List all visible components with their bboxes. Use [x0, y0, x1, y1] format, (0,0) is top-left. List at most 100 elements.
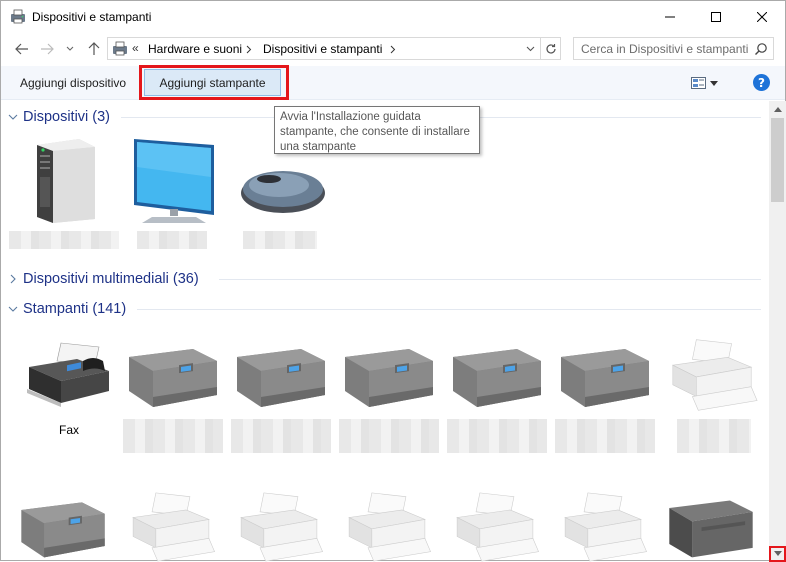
printer-tile[interactable]: [15, 491, 115, 562]
printer-icon: [456, 492, 539, 562]
back-button[interactable]: [12, 39, 32, 59]
printer-tile[interactable]: [123, 491, 223, 562]
device-label-redacted: [137, 231, 207, 249]
printer-tile[interactable]: [339, 491, 439, 562]
group-divider: [137, 309, 761, 310]
printer-tile[interactable]: [123, 337, 223, 453]
maximize-icon: [711, 11, 721, 22]
window-title: Dispositivi e stampanti: [32, 10, 152, 24]
minimize-icon: [665, 16, 675, 17]
chevron-down-icon: [526, 46, 534, 52]
vertical-scrollbar[interactable]: [769, 101, 786, 562]
group-title: Dispositivi (3): [23, 109, 111, 125]
scroll-up-button[interactable]: [769, 101, 786, 118]
printer-tile[interactable]: [339, 337, 439, 453]
device-label-redacted: [243, 231, 317, 249]
breadcrumb-overflow[interactable]: «: [132, 41, 139, 55]
group-title: Stampanti (141): [23, 301, 127, 317]
command-bar: Aggiungi dispositivo Aggiungi stampante …: [1, 66, 785, 100]
printer-label-redacted: [677, 419, 751, 453]
highlight-annotation-box: [139, 65, 289, 100]
printer-tile[interactable]: [663, 491, 763, 562]
group-divider: [219, 279, 761, 280]
devices-printers-location-icon: [113, 41, 127, 56]
tooltip-line: una stampante: [280, 141, 357, 153]
change-view-button[interactable]: [691, 74, 725, 92]
printer-tile[interactable]: [231, 337, 331, 453]
printer-label-redacted: [231, 419, 331, 453]
search-input[interactable]: Cerca in Dispositivi e stampanti: [573, 37, 774, 60]
up-button[interactable]: [84, 39, 104, 59]
refresh-button[interactable]: [541, 37, 561, 60]
printer-icon: [129, 349, 217, 407]
printer-tile[interactable]: [555, 337, 655, 453]
desktop-tower-icon: [37, 139, 95, 223]
device-list-pane: Dispositivi (3) Dispositivi multimediali…: [1, 101, 769, 562]
search-placeholder: Cerca in Dispositivi e stampanti: [581, 42, 749, 56]
close-button[interactable]: [739, 1, 785, 32]
devices-and-printers-window: Dispositivi e stampanti « Hardware e suo…: [0, 0, 786, 562]
printer-tile-fax[interactable]: Fax: [17, 337, 117, 447]
navigation-bar: « Hardware e suoni Dispositivi e stampan…: [1, 32, 785, 66]
printer-icon: [21, 502, 105, 558]
chevron-down-icon: [7, 303, 19, 315]
printer-icon: [669, 500, 753, 558]
help-button[interactable]: ?: [753, 74, 770, 91]
printer-icon: [561, 349, 649, 407]
tooltip-line: Avvia l'Installazione guidata: [280, 111, 421, 123]
device-tile-computer[interactable]: [9, 135, 119, 265]
monitor-icon: [134, 139, 214, 223]
highlight-annotation-marker: [769, 546, 786, 562]
chevron-down-icon: [710, 80, 718, 86]
device-label-redacted: [9, 231, 119, 249]
printer-icon: [240, 492, 323, 562]
printer-icon: [237, 349, 325, 407]
chevron-down-icon: [7, 111, 19, 123]
maximize-button[interactable]: [693, 1, 739, 32]
printer-icon: [564, 492, 647, 562]
printer-label-redacted: [555, 419, 655, 453]
device-tile-monitor[interactable]: [127, 135, 227, 265]
printer-icon: [345, 349, 433, 407]
chevron-down-icon: [66, 46, 74, 51]
chevron-right-icon: [7, 273, 19, 285]
breadcrumb-hardware-and-sound[interactable]: Hardware e suoni: [148, 42, 242, 56]
printer-icon: [348, 492, 431, 562]
printer-label-redacted: [123, 419, 223, 453]
title-bar: Dispositivi e stampanti: [1, 1, 785, 32]
arrow-right-icon: [41, 43, 54, 55]
breadcrumb-devices-and-printers[interactable]: Dispositivi e stampanti: [263, 42, 382, 56]
mouse-icon: [241, 171, 325, 213]
search-icon: [755, 43, 767, 55]
chevron-right-icon: [246, 45, 252, 54]
group-header-multimedia[interactable]: Dispositivi multimediali (36): [7, 269, 199, 289]
address-bar[interactable]: « Hardware e suoni Dispositivi e stampan…: [107, 37, 541, 60]
printer-tile[interactable]: [231, 491, 331, 562]
devices-printers-app-icon: [11, 9, 25, 24]
view-tiles-icon: [691, 77, 706, 89]
add-device-button[interactable]: Aggiungi dispositivo: [14, 69, 132, 96]
refresh-icon: [545, 43, 556, 54]
group-title: Dispositivi multimediali (36): [23, 271, 199, 287]
arrow-left-icon: [15, 43, 28, 55]
printer-tile[interactable]: [555, 491, 655, 562]
scroll-thumb[interactable]: [771, 118, 784, 202]
minimize-button[interactable]: [647, 1, 693, 32]
recent-locations-button[interactable]: [64, 39, 76, 59]
printer-tile[interactable]: [447, 491, 547, 562]
printer-label-fax: Fax: [59, 423, 80, 437]
group-header-printers[interactable]: Stampanti (141): [7, 299, 126, 319]
printer-label-redacted: [339, 419, 439, 453]
address-history-dropdown[interactable]: [522, 41, 538, 57]
group-header-devices[interactable]: Dispositivi (3): [7, 107, 110, 127]
forward-button[interactable]: [37, 39, 57, 59]
printer-icon: [453, 349, 541, 407]
printer-label-redacted: [447, 419, 547, 453]
printer-tile[interactable]: [447, 337, 547, 453]
tooltip-line: stampante, che consente di installare: [280, 126, 470, 138]
chevron-right-icon: [390, 45, 396, 54]
close-icon: [757, 11, 767, 22]
fax-icon: [27, 342, 109, 407]
printer-tile[interactable]: [663, 337, 761, 453]
printer-icon: [671, 339, 758, 411]
